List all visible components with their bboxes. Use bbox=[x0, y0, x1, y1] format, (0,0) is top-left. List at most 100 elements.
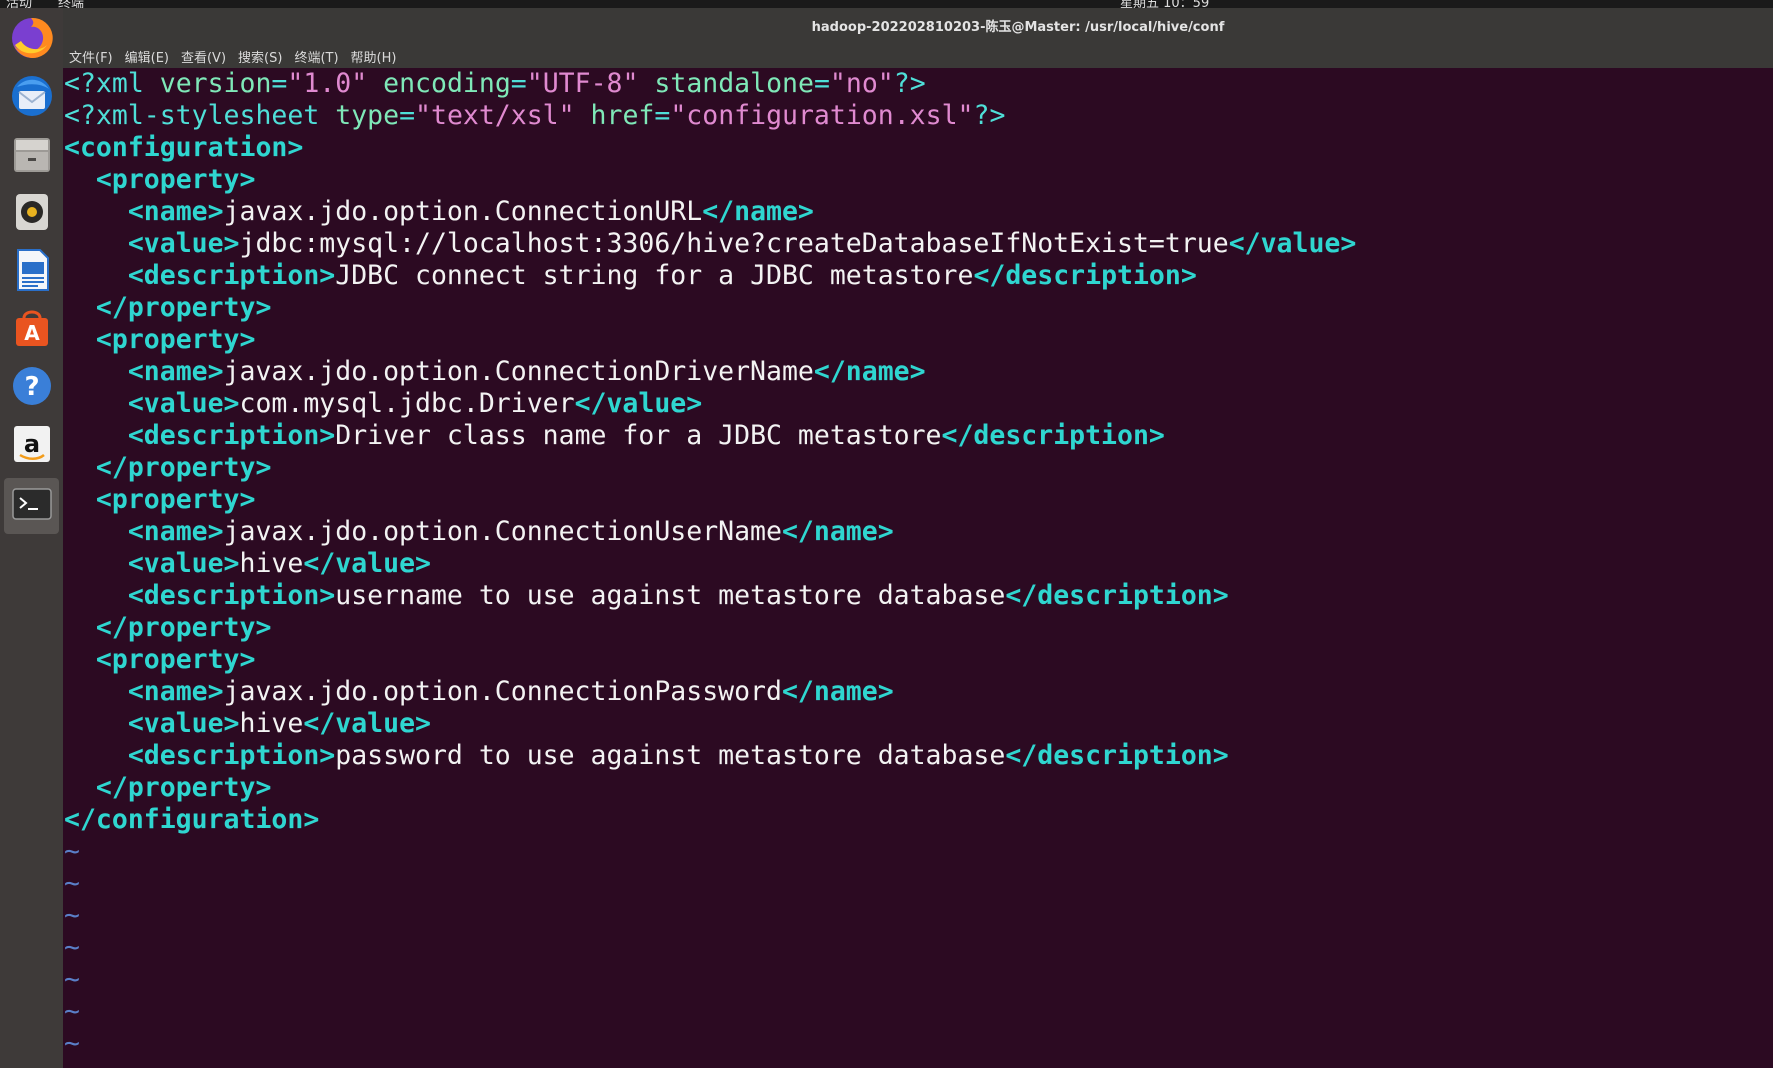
app-menu[interactable]: 终端 bbox=[58, 0, 84, 8]
property-open-line: <property> bbox=[64, 644, 1773, 676]
property-description-line: <description>password to use against met… bbox=[64, 740, 1773, 772]
menu-edit[interactable]: 编辑(E) bbox=[125, 45, 169, 68]
description-close-tag: </description> bbox=[1005, 580, 1229, 611]
property-name: javax.jdo.option.ConnectionUserName bbox=[223, 516, 782, 547]
value-open-tag: <value> bbox=[127, 228, 240, 259]
property-value-line: <value>hive</value> bbox=[64, 708, 1773, 740]
description-close-tag: </description> bbox=[941, 420, 1165, 451]
menu-view[interactable]: 查看(V) bbox=[181, 45, 226, 68]
dock-item-files[interactable] bbox=[4, 128, 59, 184]
name-open-tag: <name> bbox=[127, 676, 224, 707]
name-open-tag: <name> bbox=[127, 356, 224, 387]
rhythmbox-icon bbox=[10, 190, 54, 238]
stylesheet-line: <?xml-stylesheet type="text/xsl" href="c… bbox=[64, 100, 1006, 131]
top-panel: 活动 终端 星期五 10：59 bbox=[0, 0, 1773, 8]
property-value-line: <value>hive</value> bbox=[64, 548, 1773, 580]
property-description-line: <description>username to use against met… bbox=[64, 580, 1773, 612]
property-open-line: <property> bbox=[64, 484, 1773, 516]
dock-item-firefox[interactable] bbox=[4, 12, 59, 68]
property-close-line: </property> bbox=[64, 612, 1773, 644]
empty-line-tilde: ~ bbox=[64, 996, 80, 1027]
value-close-tag: </value> bbox=[303, 708, 431, 739]
name-open-tag: <name> bbox=[127, 196, 224, 227]
dock-item-terminal[interactable] bbox=[4, 478, 59, 534]
property-close-tag: </property> bbox=[95, 772, 272, 803]
menu-help[interactable]: 帮助(H) bbox=[351, 45, 397, 68]
property-description: username to use against metastore databa… bbox=[335, 580, 1006, 611]
value-close-tag: </value> bbox=[303, 548, 431, 579]
dock-item-help[interactable]: ? bbox=[4, 360, 59, 416]
value-open-tag: <value> bbox=[127, 708, 240, 739]
description-open-tag: <description> bbox=[127, 740, 336, 771]
property-open-line: <property> bbox=[64, 324, 1773, 356]
empty-lines: ~ ~ ~ ~ ~ ~ ~ bbox=[64, 836, 1773, 1060]
property-close-line: </property> bbox=[64, 292, 1773, 324]
firefox-icon bbox=[9, 15, 55, 65]
empty-line-tilde: ~ bbox=[64, 836, 80, 867]
dock-item-software[interactable]: A bbox=[4, 302, 59, 358]
property-value-line: <value>jdbc:mysql://localhost:3306/hive?… bbox=[64, 228, 1773, 260]
dock-item-rhythmbox[interactable] bbox=[4, 186, 59, 242]
property-name-line: <name>javax.jdo.option.ConnectionPasswor… bbox=[64, 676, 1773, 708]
value-open-tag: <value> bbox=[127, 548, 240, 579]
xml-declaration-line: <?xml version="1.0" encoding="UTF-8" sta… bbox=[64, 68, 926, 99]
value-close-tag: </value> bbox=[1228, 228, 1357, 259]
vim-editor[interactable]: <?xml version="1.0" encoding="UTF-8" sta… bbox=[63, 68, 1773, 1068]
property-close-tag: </property> bbox=[95, 612, 272, 643]
dock-item-thunderbird[interactable] bbox=[4, 70, 59, 126]
property-name-line: <name>javax.jdo.option.ConnectionUserNam… bbox=[64, 516, 1773, 548]
property-value: jdbc:mysql://localhost:3306/hive?createD… bbox=[239, 228, 1229, 259]
property-name: javax.jdo.option.ConnectionDriverName bbox=[223, 356, 814, 387]
menu-file[interactable]: 文件(F) bbox=[69, 45, 113, 68]
property-open-line: <property> bbox=[64, 164, 1773, 196]
window-title: hadoop-202202810203-陈玉@Master: /usr/loca… bbox=[811, 20, 1225, 35]
empty-line-tilde: ~ bbox=[64, 1028, 80, 1059]
property-name-line: <name>javax.jdo.option.ConnectionURL</na… bbox=[64, 196, 1773, 228]
name-close-tag: </name> bbox=[702, 196, 814, 227]
dock-item-amazon[interactable]: a bbox=[4, 418, 59, 474]
name-open-tag: <name> bbox=[127, 516, 224, 547]
activities-button[interactable]: 活动 bbox=[6, 0, 32, 8]
name-close-tag: </name> bbox=[781, 516, 894, 547]
properties-block: <property> <name>javax.jdo.option.Connec… bbox=[64, 164, 1773, 804]
empty-line-tilde: ~ bbox=[64, 964, 80, 995]
terminal-window: hadoop-202202810203-陈玉@Master: /usr/loca… bbox=[63, 8, 1773, 1068]
empty-line-tilde: ~ bbox=[64, 900, 80, 931]
name-close-tag: </name> bbox=[781, 676, 894, 707]
configuration-close-line: </configuration> bbox=[64, 804, 320, 835]
configuration-open-line: <configuration> bbox=[64, 132, 304, 163]
property-open-tag: <property> bbox=[95, 324, 256, 355]
property-open-tag: <property> bbox=[95, 484, 256, 515]
amazon-icon: a bbox=[10, 422, 54, 470]
software-icon: A bbox=[10, 306, 54, 354]
value-open-tag: <value> bbox=[127, 388, 240, 419]
empty-line-tilde: ~ bbox=[64, 868, 80, 899]
svg-text:a: a bbox=[23, 430, 39, 458]
title-bar[interactable]: hadoop-202202810203-陈玉@Master: /usr/loca… bbox=[63, 8, 1773, 44]
clock[interactable]: 星期五 10：59 bbox=[1120, 0, 1209, 8]
name-close-tag: </name> bbox=[813, 356, 926, 387]
description-close-tag: </description> bbox=[973, 260, 1197, 291]
property-description-line: <description>Driver class name for a JDB… bbox=[64, 420, 1773, 452]
thunderbird-icon bbox=[9, 73, 55, 123]
property-close-line: </property> bbox=[64, 772, 1773, 804]
menu-search[interactable]: 搜索(S) bbox=[238, 45, 282, 68]
property-close-tag: </property> bbox=[95, 452, 272, 483]
property-value: com.mysql.jdbc.Driver bbox=[239, 388, 575, 419]
dock: A ? a bbox=[0, 8, 63, 1068]
description-open-tag: <description> bbox=[127, 580, 336, 611]
value-close-tag: </value> bbox=[574, 388, 703, 419]
empty-line-tilde: ~ bbox=[64, 932, 80, 963]
help-icon: ? bbox=[10, 364, 54, 412]
dock-item-writer[interactable] bbox=[4, 244, 59, 300]
property-open-tag: <property> bbox=[95, 164, 256, 195]
property-description: JDBC connect string for a JDBC metastore bbox=[335, 260, 974, 291]
property-name: javax.jdo.option.ConnectionURL bbox=[223, 196, 703, 227]
menu-terminal[interactable]: 终端(T) bbox=[294, 45, 338, 68]
property-description: password to use against metastore databa… bbox=[335, 740, 1006, 771]
property-close-line: </property> bbox=[64, 452, 1773, 484]
property-close-tag: </property> bbox=[95, 292, 272, 323]
menu-bar: 文件(F) 编辑(E) 查看(V) 搜索(S) 终端(T) 帮助(H) bbox=[63, 44, 1773, 68]
writer-icon bbox=[10, 248, 54, 296]
property-value-line: <value>com.mysql.jdbc.Driver</value> bbox=[64, 388, 1773, 420]
